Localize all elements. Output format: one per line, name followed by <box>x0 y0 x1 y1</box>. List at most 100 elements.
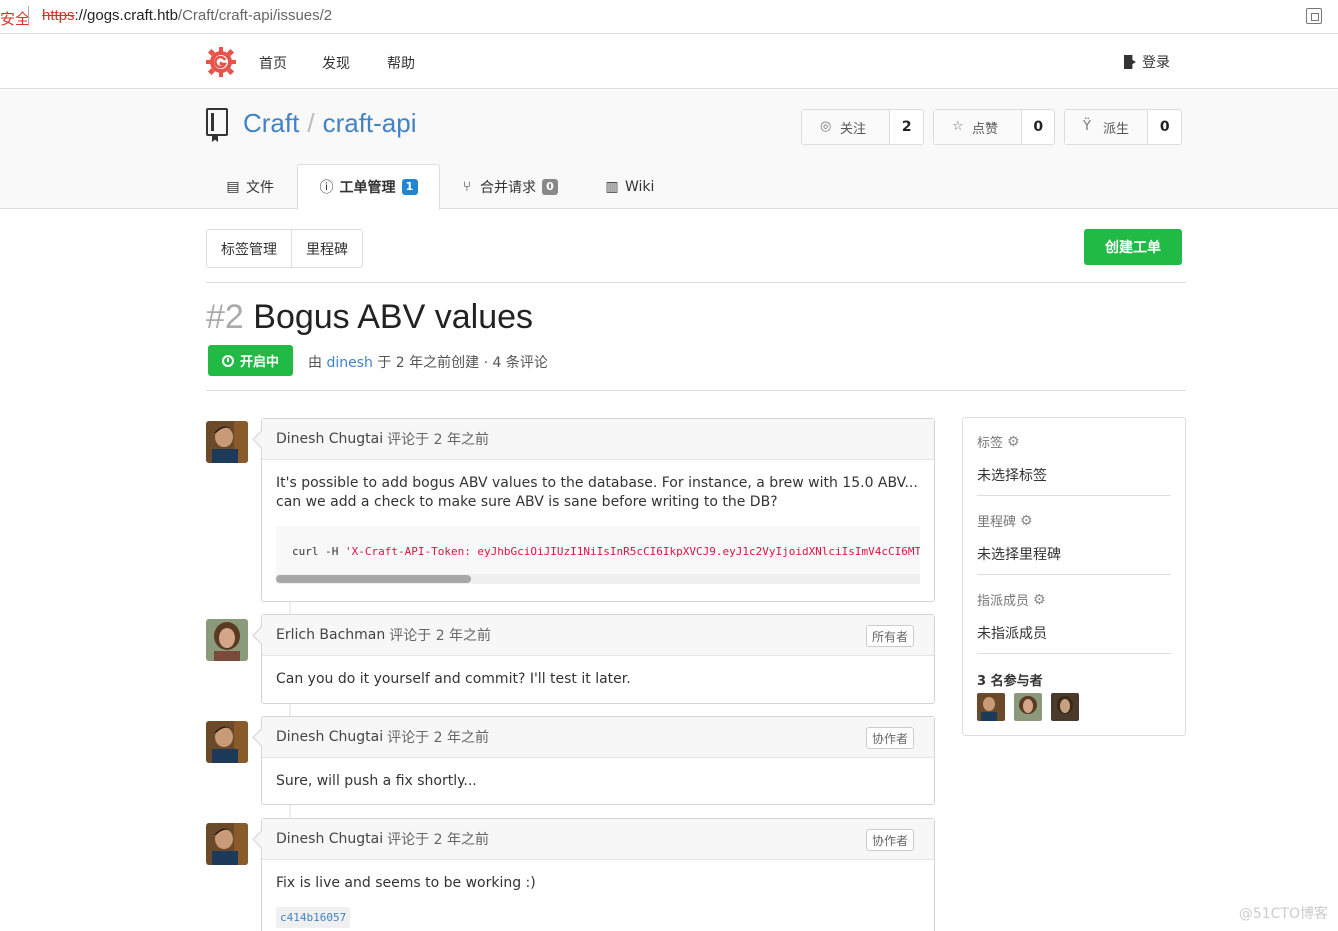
repo-title: Craft / craft-api <box>243 108 417 139</box>
gear-icon[interactable]: ⚙ <box>1007 434 1020 450</box>
labels-value: 未选择标签 <box>977 468 1047 484</box>
avatar[interactable] <box>206 823 248 865</box>
fork-count[interactable]: 0 <box>1148 110 1181 144</box>
milestone-section: 里程碑 ⚙ 未选择里程碑 <box>977 511 1171 564</box>
issue-meta: 由 dinesh 于 2 年之前创建 · 4 条评论 <box>308 352 548 372</box>
tab-wiki[interactable]: ▥ Wiki <box>605 164 654 209</box>
labels-section: 标签 ⚙ 未选择标签 <box>977 432 1171 485</box>
star-button[interactable]: ☆ 点赞 <box>934 110 1023 144</box>
comment-2: Erlich Bachman 评论于 2 年之前 所有者 Can you do it… <box>261 614 935 704</box>
comment-text: Sure, will push a fix shortly... <box>276 773 477 789</box>
watch-count[interactable]: 2 <box>890 110 923 144</box>
avatar-dinesh-image <box>206 721 248 763</box>
watch-button[interactable]: ◎ 关注 <box>802 110 891 144</box>
code-line: curl -H 'X-Craft-API-Token: eyJhbGciOiJI… <box>292 542 920 561</box>
nav-explore[interactable]: 发现 <box>322 53 350 73</box>
new-issue-button[interactable]: 创建工单 <box>1084 229 1182 265</box>
book-icon: ▥ <box>605 178 619 195</box>
comment-author[interactable]: Dinesh Chugtai <box>276 729 383 745</box>
divider <box>206 282 1186 283</box>
comment-author[interactable]: Dinesh Chugtai <box>276 431 383 447</box>
repo-name-link[interactable]: craft-api <box>323 108 417 138</box>
tab-pulls[interactable]: ⑂ 合并请求 0 <box>460 164 558 209</box>
divider <box>977 653 1171 654</box>
divider <box>28 6 29 26</box>
comment-header: Dinesh Chugtai 评论于 2 年之前 协作者 <box>262 819 934 860</box>
labels-heading[interactable]: 标签 ⚙ <box>977 432 1171 452</box>
avatar[interactable] <box>206 619 248 661</box>
translate-icon[interactable] <box>1306 8 1322 24</box>
assignee-heading[interactable]: 指派成员 ⚙ <box>977 590 1171 610</box>
fork-label: 派生 <box>1103 121 1130 137</box>
login-link[interactable]: 登录 <box>1124 52 1170 72</box>
issue-status-label: 开启中 <box>239 355 279 370</box>
login-label: 登录 <box>1142 55 1170 71</box>
git-pull-request-icon: ⑂ <box>462 178 472 195</box>
fork-button-group: Ÿ 派生 0 <box>1064 109 1182 145</box>
issue-opened-icon <box>221 354 234 367</box>
labels-button[interactable]: 标签管理 <box>207 230 291 267</box>
milestone-heading[interactable]: 里程碑 ⚙ <box>977 511 1171 531</box>
gear-icon[interactable]: ⚙ <box>1033 592 1046 608</box>
comment-time: 评论于 2 年之前 <box>389 628 492 644</box>
tab-files[interactable]: ▤ 文件 <box>226 164 274 209</box>
avatar-dinesh-image <box>977 693 1005 721</box>
issue-opened-icon: ⓘ <box>319 180 334 196</box>
watch-button-group: ◎ 关注 2 <box>801 109 924 145</box>
milestones-button[interactable]: 里程碑 <box>291 230 362 267</box>
meta-by: 由 <box>308 355 322 371</box>
tab-pulls-label: 合并请求 <box>480 179 536 196</box>
assignee-section: 指派成员 ⚙ 未指派成员 <box>977 590 1171 643</box>
meta-rest: 于 2 年之前创建 · 4 条评论 <box>377 355 548 371</box>
comment-header: Dinesh Chugtai 评论于 2 年之前 协作者 <box>262 717 934 758</box>
comment-header: Dinesh Chugtai 评论于 2 年之前 <box>262 419 934 460</box>
comment-text: It's possible to add bogus ABV values to… <box>276 475 918 510</box>
fork-button[interactable]: Ÿ 派生 <box>1065 110 1149 144</box>
avatar[interactable] <box>206 421 248 463</box>
issue-title-text: Bogus ABV values <box>253 298 534 336</box>
issue-status-badge: 开启中 <box>208 345 293 376</box>
avatar-erlich-image <box>206 619 248 661</box>
comment-time: 评论于 2 年之前 <box>387 730 489 746</box>
comment-header: Erlich Bachman 评论于 2 年之前 所有者 <box>262 615 934 656</box>
labels-milestones-buttons: 标签管理 里程碑 <box>206 229 363 268</box>
code-block: curl -H 'X-Craft-API-Token: eyJhbGciOiJI… <box>276 526 920 584</box>
participant-avatar[interactable] <box>977 693 1005 721</box>
eye-slash-icon: ◎ <box>820 119 832 134</box>
milestone-heading-label: 里程碑 <box>977 515 1017 530</box>
star-button-group: ☆ 点赞 0 <box>933 109 1055 145</box>
scrollbar-thumb[interactable] <box>276 575 471 583</box>
watermark: @51CTO博客 <box>1238 906 1328 922</box>
avatar[interactable] <box>206 721 248 763</box>
repo-owner-link[interactable]: Craft <box>243 108 299 138</box>
repo-book-icon <box>206 108 228 136</box>
gear-icon[interactable]: ⚙ <box>1020 513 1033 529</box>
tab-issues[interactable]: ⓘ 工单管理 1 <box>297 164 440 210</box>
security-indicator[interactable]: 安全 <box>0 8 30 29</box>
star-count[interactable]: 0 <box>1022 110 1054 144</box>
participant-avatar[interactable] <box>1051 693 1079 721</box>
nav-home[interactable]: 首页 <box>259 53 287 73</box>
divider <box>206 390 1186 391</box>
gogs-logo-icon[interactable] <box>206 47 236 77</box>
comment-body: Fix is live and seems to be working :) c… <box>262 860 934 931</box>
divider <box>977 574 1171 575</box>
participant-avatar[interactable] <box>1014 693 1042 721</box>
comment-author[interactable]: Erlich Bachman <box>276 627 385 643</box>
nav-help[interactable]: 帮助 <box>387 53 415 73</box>
commit-sha-link[interactable]: c414b16057 <box>276 907 351 928</box>
issue-author-link[interactable]: dinesh <box>326 355 372 371</box>
comment-body: It's possible to add bogus ABV values to… <box>262 460 934 598</box>
url-scheme: https <box>42 7 75 24</box>
issue-title: #2 Bogus ABV values <box>206 298 533 337</box>
tab-files-label: 文件 <box>246 179 274 196</box>
collaborator-tag: 协作者 <box>865 727 914 749</box>
comment-text: Can you do it yourself and commit? I'll … <box>276 671 631 687</box>
issue-sidebar: 标签 ⚙ 未选择标签 里程碑 ⚙ 未选择里程碑 指派成员 ⚙ 未指派成员 3 名参与者 <box>962 417 1186 736</box>
repo-header: Craft / craft-api ◎ 关注 2 ☆ 点赞 0 Ÿ 派生 0 ▤ 文件 ⓘ 工… <box>0 90 1338 210</box>
comment-body: Sure, will push a fix shortly... <box>262 758 934 805</box>
file-text-icon: ▤ <box>226 178 240 195</box>
comment-author[interactable]: Dinesh Chugtai <box>276 831 383 847</box>
url-field[interactable]: https://gogs.craft.htb/Craft/craft-api/i… <box>42 7 332 24</box>
top-navbar: 首页 发现 帮助 登录 <box>0 35 1338 89</box>
